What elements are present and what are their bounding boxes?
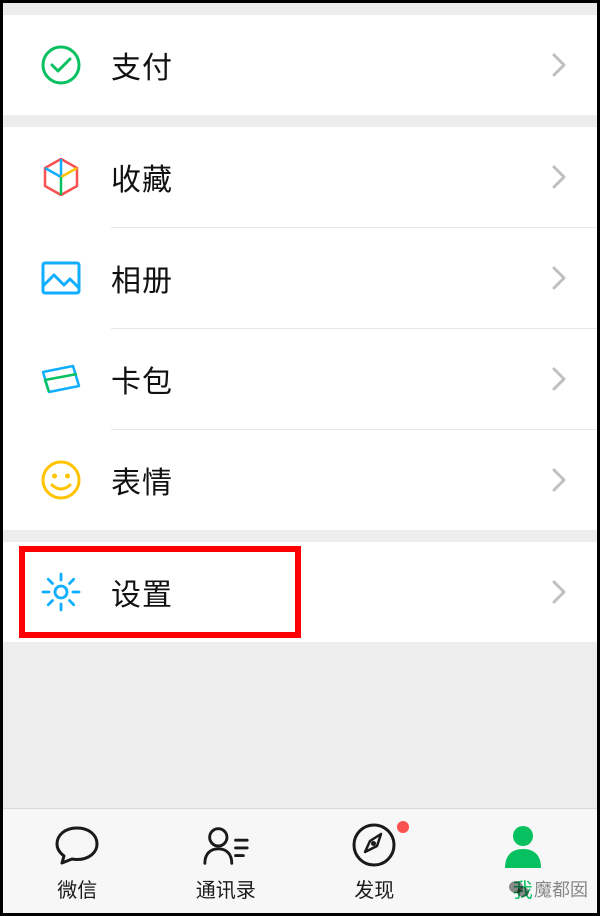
chevron-right-icon — [551, 163, 567, 191]
tab-discover[interactable]: 发现 — [300, 809, 449, 913]
menu-label: 支付 — [111, 43, 551, 87]
favorites-icon — [39, 155, 83, 199]
app-frame: 支付 收藏 — [0, 0, 600, 916]
menu-item-pay[interactable]: 支付 — [3, 15, 597, 115]
tab-label: 微信 — [57, 874, 97, 903]
section-collection: 收藏 相册 — [3, 127, 597, 530]
chevron-right-icon — [551, 578, 567, 606]
menu-item-settings[interactable]: 设置 — [3, 542, 597, 642]
menu-label: 卡包 — [111, 357, 551, 401]
pay-icon — [39, 43, 83, 87]
menu-item-album[interactable]: 相册 — [3, 228, 597, 328]
tab-label: 通讯录 — [196, 874, 256, 903]
chevron-right-icon — [551, 264, 567, 292]
chevron-right-icon — [551, 365, 567, 393]
tab-contacts[interactable]: 通讯录 — [152, 809, 301, 913]
album-icon — [39, 256, 83, 300]
notification-badge — [395, 819, 411, 835]
discover-icon — [349, 820, 399, 870]
wechat-logo-icon — [508, 878, 530, 900]
section-settings: 设置 — [3, 542, 597, 642]
menu-label: 相册 — [111, 256, 551, 300]
contacts-icon — [201, 820, 251, 870]
menu-item-cards[interactable]: 卡包 — [3, 329, 597, 429]
menu-label: 表情 — [111, 458, 551, 502]
watermark: 魔都囡 — [508, 876, 588, 902]
stickers-icon — [39, 458, 83, 502]
me-icon — [498, 820, 548, 870]
menu-item-stickers[interactable]: 表情 — [3, 430, 597, 530]
watermark-text: 魔都囡 — [534, 876, 588, 902]
me-page-content: 支付 收藏 — [3, 3, 597, 808]
tab-label: 发现 — [354, 874, 394, 903]
chat-icon — [52, 820, 102, 870]
tab-chat[interactable]: 微信 — [3, 809, 152, 913]
settings-icon — [39, 570, 83, 614]
menu-label: 设置 — [111, 570, 551, 614]
menu-label: 收藏 — [111, 155, 551, 199]
cards-icon — [39, 357, 83, 401]
menu-item-favorites[interactable]: 收藏 — [3, 127, 597, 227]
section-pay: 支付 — [3, 15, 597, 115]
chevron-right-icon — [551, 51, 567, 79]
chevron-right-icon — [551, 466, 567, 494]
